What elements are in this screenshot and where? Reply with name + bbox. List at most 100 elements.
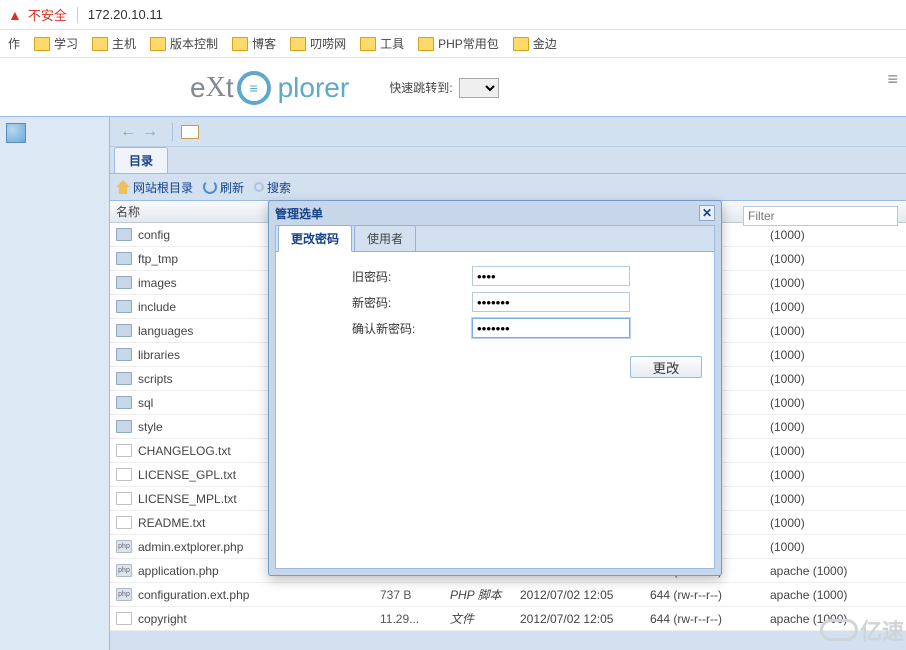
bookmarks-bar: 作学习主机 版本控制 博客叨唠网工具 PHP常用包 金边 <box>0 30 906 58</box>
tab-directory[interactable]: 目录 <box>114 147 168 173</box>
folder-icon <box>290 37 306 51</box>
filter-input[interactable] <box>743 206 898 226</box>
root-button[interactable]: 网站根目录 <box>116 179 193 196</box>
bookmark-item[interactable]: 叨唠网 <box>290 35 346 52</box>
file-name: include <box>138 300 176 314</box>
bookmark-item[interactable]: 博客 <box>232 35 276 52</box>
php-icon: php <box>116 564 132 577</box>
file-perm: 644 (rw-r--r--) <box>650 588 760 602</box>
bookmark-label: 版本控制 <box>170 35 218 52</box>
modal-title-text: 管理选单 <box>275 205 323 222</box>
insecure-icon: ▲ <box>8 7 22 23</box>
bookmark-item[interactable]: PHP常用包 <box>418 35 499 52</box>
tab-user[interactable]: 使用者 <box>354 225 416 251</box>
file-name: admin.extplorer.php <box>138 540 243 554</box>
file-name: CHANGELOG.txt <box>138 444 231 458</box>
search-button[interactable]: 搜索 <box>254 179 291 196</box>
folder-icon <box>150 37 166 51</box>
watermark-logo: 亿速 <box>820 614 904 646</box>
folder-icon <box>418 37 434 51</box>
folder-icon <box>232 37 248 51</box>
cloud-icon <box>820 619 858 641</box>
back-icon[interactable]: ← <box>120 123 136 141</box>
file-owner: (1000) <box>770 252 805 266</box>
bookmark-item[interactable]: 金边 <box>513 35 557 52</box>
file-name: libraries <box>138 348 180 362</box>
file-owner: (1000) <box>770 540 805 554</box>
logo-t: t <box>226 72 234 104</box>
file-name: style <box>138 420 163 434</box>
file-owner: apache (1000) <box>770 588 847 602</box>
divider <box>172 123 173 141</box>
file-owner: (1000) <box>770 492 805 506</box>
folder-icon <box>116 300 132 313</box>
new-password-label: 新密码: <box>352 294 472 311</box>
nav-toolbar: ← → <box>110 117 906 147</box>
folder-icon <box>116 228 132 241</box>
file-name: sql <box>138 396 153 410</box>
file-name: ftp_tmp <box>138 252 178 266</box>
file-owner: (1000) <box>770 300 805 314</box>
bookmark-item[interactable]: 版本控制 <box>150 35 218 52</box>
tree-toolbar: 网站根目录 刷新 搜索 <box>110 173 906 201</box>
folder-icon <box>116 324 132 337</box>
file-name: LICENSE_MPL.txt <box>138 492 237 506</box>
logo-x: X <box>206 72 226 104</box>
folder-icon <box>360 37 376 51</box>
bookmark-item[interactable]: 学习 <box>34 35 78 52</box>
bookmark-item[interactable]: 作 <box>8 35 20 52</box>
bookmark-item[interactable]: 主机 <box>92 35 136 52</box>
logo-plorer: plorer <box>278 72 350 104</box>
quick-jump-select[interactable] <box>459 78 499 98</box>
menu-icon[interactable]: ≡ <box>887 69 898 90</box>
folder-icon[interactable] <box>181 125 199 139</box>
file-owner: (1000) <box>770 372 805 386</box>
refresh-button[interactable]: 刷新 <box>203 179 244 196</box>
quick-jump-label: 快速跳转到: <box>389 79 452 96</box>
refresh-label: 刷新 <box>220 179 244 196</box>
password-form: 旧密码: 新密码: 确认新密码: <box>276 252 714 338</box>
confirm-password-input[interactable] <box>472 318 630 338</box>
file-owner: (1000) <box>770 396 805 410</box>
search-label: 搜索 <box>267 179 291 196</box>
file-row[interactable]: phpconfiguration.ext.php737 BPHP 脚本2012/… <box>110 583 906 607</box>
app-header: e X t ≡ plorer 快速跳转到: ≡ <box>0 58 906 116</box>
file-row[interactable]: copyright11.29...文件2012/07/02 12:05644 (… <box>110 607 906 631</box>
file-date: 2012/07/02 12:05 <box>520 588 640 602</box>
logo-circle-icon: ≡ <box>237 71 271 105</box>
file-name: README.txt <box>138 516 205 530</box>
folder-icon <box>92 37 108 51</box>
folder-icon <box>116 348 132 361</box>
file-owner: (1000) <box>770 348 805 362</box>
close-icon[interactable]: ✕ <box>699 205 715 221</box>
php-icon: php <box>116 540 132 553</box>
home-icon <box>116 180 130 194</box>
left-rail <box>0 116 110 650</box>
refresh-icon <box>203 180 217 194</box>
file-name: scripts <box>138 372 173 386</box>
old-password-input[interactable] <box>472 266 630 286</box>
file-name: languages <box>138 324 193 338</box>
bookmark-label: 博客 <box>252 35 276 52</box>
file-icon <box>116 492 132 505</box>
cube-icon[interactable] <box>6 123 26 143</box>
folder-icon <box>513 37 529 51</box>
file-name: LICENSE_GPL.txt <box>138 468 236 482</box>
bookmark-item[interactable]: 工具 <box>360 35 404 52</box>
quick-jump: 快速跳转到: <box>389 78 498 98</box>
url-text[interactable]: 172.20.10.11 <box>88 7 163 22</box>
file-name: copyright <box>138 612 187 626</box>
file-name: application.php <box>138 564 219 578</box>
file-name: images <box>138 276 177 290</box>
bookmark-label: 金边 <box>533 35 557 52</box>
file-size: 11.29... <box>380 612 440 626</box>
separator <box>77 7 78 23</box>
folder-icon <box>116 276 132 289</box>
modal-titlebar[interactable]: 管理选单 ✕ <box>269 201 721 225</box>
tab-change-password[interactable]: 更改密码 <box>278 225 352 252</box>
forward-icon[interactable]: → <box>142 123 158 141</box>
change-button[interactable]: 更改 <box>630 356 702 378</box>
watermark-text: 亿速 <box>860 614 904 646</box>
file-owner: (1000) <box>770 228 805 242</box>
new-password-input[interactable] <box>472 292 630 312</box>
